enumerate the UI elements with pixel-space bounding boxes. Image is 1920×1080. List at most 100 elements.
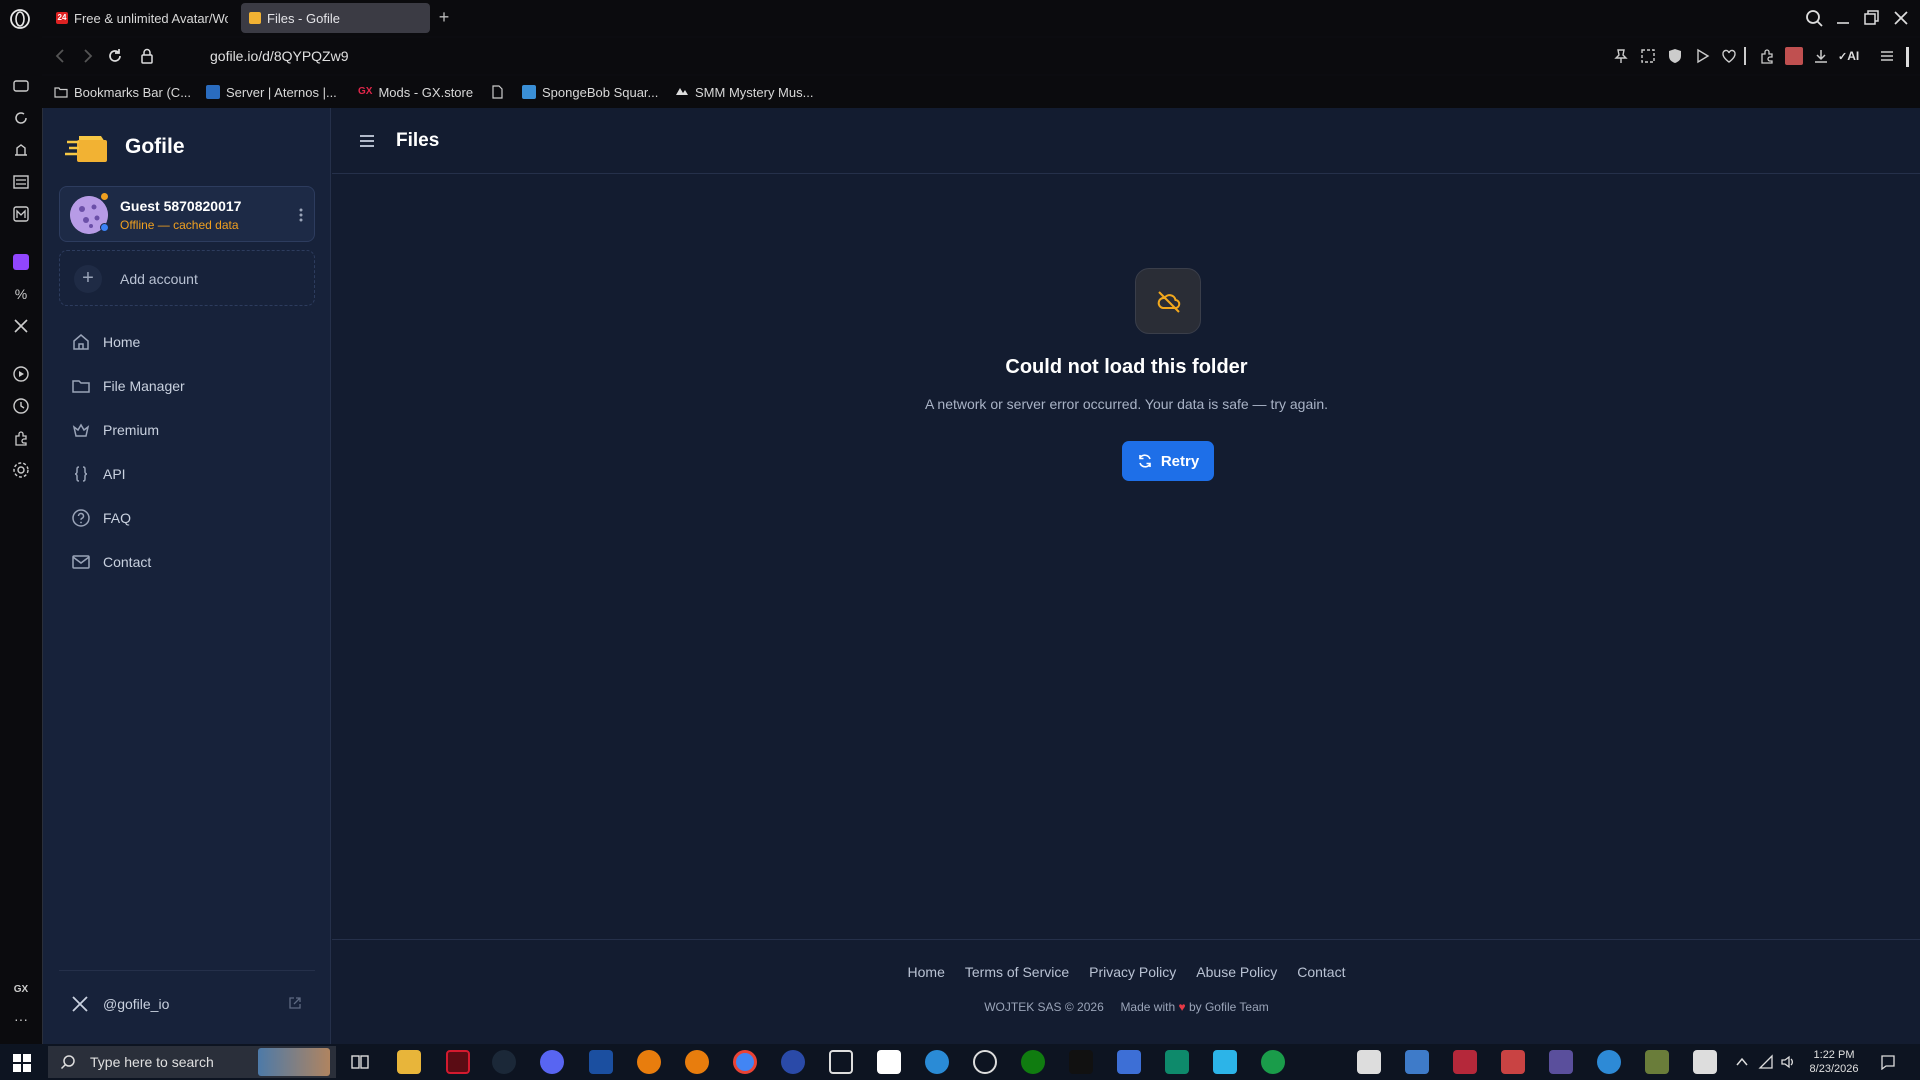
pin-icon[interactable] [1612, 47, 1630, 65]
account-card[interactable]: Guest 5870820017 Offline — cached data [59, 186, 315, 242]
chrome-icon[interactable] [733, 1050, 757, 1074]
nav-item-api[interactable]: API [59, 456, 315, 492]
obs-icon[interactable] [973, 1050, 997, 1074]
app-blue-icon[interactable] [781, 1050, 805, 1074]
close-window-icon[interactable] [1890, 7, 1912, 29]
crown-icon [71, 420, 91, 440]
nav-item-file-manager[interactable]: File Manager [59, 368, 315, 404]
app-face-icon[interactable] [1357, 1050, 1381, 1074]
shield-icon[interactable] [1666, 47, 1684, 65]
hamburger-menu-icon[interactable] [356, 130, 378, 152]
app-robot-icon[interactable] [1117, 1050, 1141, 1074]
settings-icon[interactable] [11, 460, 31, 480]
music-icon[interactable] [11, 204, 31, 224]
messenger-icon[interactable] [11, 76, 31, 96]
notification-icon[interactable] [1880, 1054, 1896, 1070]
x-twitter-icon[interactable] [11, 316, 31, 336]
url-field[interactable]: gofile.io/d/8QYPQZw9 [210, 48, 349, 64]
search-tabs-icon[interactable] [1803, 7, 1825, 29]
blender-alt-icon[interactable] [685, 1050, 709, 1074]
refresh-sidebar-icon[interactable] [11, 108, 31, 128]
lock-icon[interactable] [138, 47, 156, 65]
new-tab-button[interactable]: + [434, 8, 454, 28]
minimize-icon[interactable] [1832, 7, 1854, 29]
workspace-icon[interactable] [11, 140, 31, 160]
discord-icon[interactable] [540, 1050, 564, 1074]
capcut-icon[interactable] [877, 1050, 901, 1074]
history-icon[interactable] [11, 396, 31, 416]
news-icon[interactable] [11, 172, 31, 192]
back-icon[interactable] [52, 47, 70, 65]
xbox-icon[interactable] [1021, 1050, 1045, 1074]
social-link-x[interactable]: @gofile_io [59, 990, 315, 1018]
app-lightning-icon[interactable] [1213, 1050, 1237, 1074]
steam-icon[interactable] [492, 1050, 516, 1074]
network-icon[interactable] [1758, 1054, 1774, 1070]
opera-logo-icon[interactable] [9, 8, 31, 30]
blender-icon[interactable] [637, 1050, 661, 1074]
extensions-sidebar-icon[interactable] [11, 428, 31, 448]
main-content: Files Could not load this folder A netwo… [332, 108, 1920, 1044]
app-game-icon[interactable] [1501, 1050, 1525, 1074]
tab-avatar[interactable]: 24 Free & unlimited Avatar/Wo [48, 3, 228, 33]
bookmark-smm[interactable]: SMM Mystery Mus... [675, 83, 813, 101]
restore-icon[interactable] [1860, 7, 1882, 29]
file-explorer-icon[interactable] [397, 1050, 421, 1074]
paint-icon[interactable] [1069, 1050, 1093, 1074]
add-account-button[interactable]: + Add account [59, 250, 315, 306]
easy-setup-icon[interactable] [1878, 47, 1896, 65]
taskbar-clock[interactable]: 1:22 PM 8/23/2026 [1800, 1048, 1868, 1076]
retry-button[interactable]: Retry [1122, 441, 1214, 481]
nav-item-home[interactable]: Home [59, 324, 315, 360]
percent-icon[interactable]: % [11, 284, 31, 304]
profile-avatar-icon[interactable] [1785, 47, 1803, 65]
brand[interactable]: Gofile [65, 128, 185, 166]
kebab-menu-icon[interactable] [294, 205, 308, 225]
app-minecraft-icon[interactable] [1645, 1050, 1669, 1074]
nav-item-contact[interactable]: Contact [59, 544, 315, 580]
footer-link-abuse[interactable]: Abuse Policy [1196, 964, 1277, 980]
cc-icon[interactable] [589, 1050, 613, 1074]
app-shield-icon[interactable] [1693, 1050, 1717, 1074]
snapshot-icon[interactable] [1639, 47, 1657, 65]
app-fish-icon[interactable] [1405, 1050, 1429, 1074]
chevron-up-icon[interactable] [1734, 1054, 1750, 1070]
app-globe-icon[interactable] [1597, 1050, 1621, 1074]
twitch-icon[interactable] [11, 252, 31, 272]
bookmark-folder[interactable]: Bookmarks Bar (C... [54, 83, 191, 101]
app-mario-icon[interactable] [1549, 1050, 1573, 1074]
bookmark-gxstore[interactable]: GX Mods - GX.store [358, 83, 473, 101]
app-cyan-icon[interactable] [925, 1050, 949, 1074]
more-icon[interactable]: ··· [11, 1012, 31, 1032]
download-icon[interactable] [1812, 47, 1830, 65]
footer-link-privacy[interactable]: Privacy Policy [1089, 964, 1176, 980]
app-green-icon[interactable] [1165, 1050, 1189, 1074]
nav-item-faq[interactable]: FAQ [59, 500, 315, 536]
unity-icon[interactable] [829, 1050, 853, 1074]
bookmark-aternos[interactable]: Server | Aternos |... [206, 83, 337, 101]
player-icon[interactable] [1693, 47, 1711, 65]
tab-label: Free & unlimited Avatar/Wo [74, 10, 228, 26]
scroll-indicator [1906, 47, 1910, 67]
footer-link-contact[interactable]: Contact [1297, 964, 1345, 980]
aria-ai-button[interactable]: ✓AI [1838, 47, 1868, 65]
gx-corner-label[interactable]: GX [11, 980, 31, 1000]
app-game-red-icon[interactable] [1453, 1050, 1477, 1074]
footer-link-home[interactable]: Home [908, 964, 945, 980]
nav-item-premium[interactable]: Premium [59, 412, 315, 448]
extensions-icon[interactable] [1758, 47, 1776, 65]
bookmark-spongebob[interactable]: SpongeBob Squar... [522, 83, 658, 101]
heart-icon[interactable] [1720, 47, 1738, 65]
reload-icon[interactable] [106, 47, 124, 65]
forward-icon[interactable] [78, 47, 96, 65]
windows-start-icon[interactable] [12, 1053, 32, 1073]
bookmark-page[interactable] [490, 83, 510, 101]
tab-gofile[interactable]: Files - Gofile [241, 3, 430, 33]
app-circle-icon[interactable] [1261, 1050, 1285, 1074]
footer-link-terms[interactable]: Terms of Service [965, 964, 1069, 980]
taskbar-search[interactable]: Type here to search [48, 1046, 336, 1078]
volume-icon[interactable] [1780, 1054, 1796, 1070]
player-sidebar-icon[interactable] [11, 364, 31, 384]
task-view-icon[interactable] [348, 1050, 372, 1074]
opera-gx-taskbar-icon[interactable] [446, 1050, 470, 1074]
